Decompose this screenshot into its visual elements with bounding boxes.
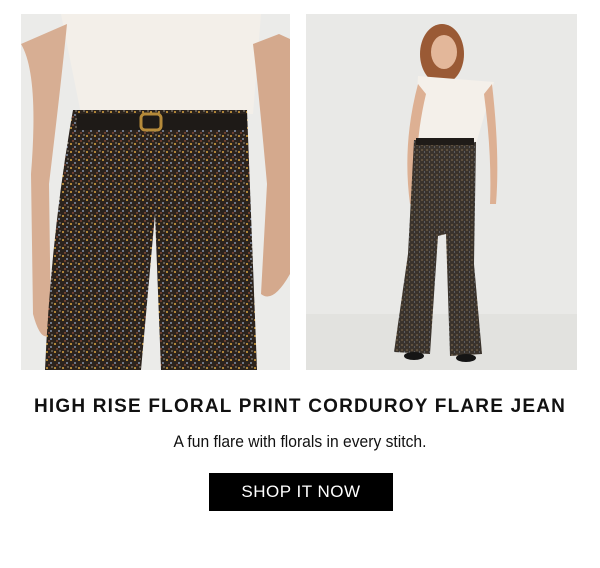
closeup-photo-graphic: [21, 14, 290, 370]
product-tagline: A fun flare with florals in every stitch…: [173, 432, 427, 451]
product-photo-full-length[interactable]: [306, 14, 577, 370]
full-length-photo-graphic: [306, 14, 577, 370]
product-title[interactable]: HIGH RISE FLORAL PRINT CORDUROY FLARE JE…: [0, 396, 600, 418]
shop-it-now-button[interactable]: SHOP IT NOW: [209, 473, 393, 511]
product-photo-closeup[interactable]: [21, 14, 290, 370]
